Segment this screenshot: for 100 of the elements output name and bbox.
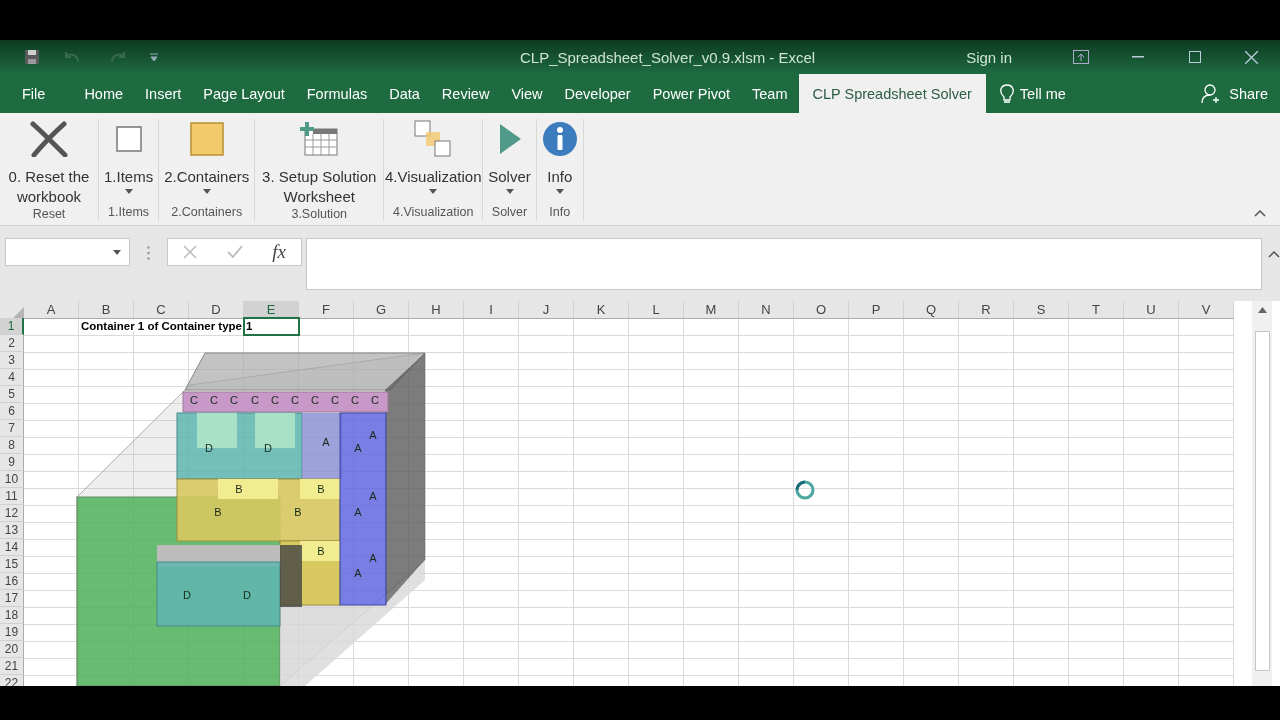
box-label: C xyxy=(271,394,279,406)
box-label: C xyxy=(251,394,259,406)
box-label: D xyxy=(243,589,251,601)
x-icon xyxy=(29,121,69,157)
column-header[interactable]: O xyxy=(794,301,849,319)
insert-function-button[interactable]: fx xyxy=(272,241,287,263)
box-label: C xyxy=(311,394,319,406)
cancel-icon[interactable] xyxy=(183,245,198,259)
box-label: C xyxy=(291,394,299,406)
box-label: C xyxy=(371,394,379,406)
loading-spinner-icon xyxy=(795,480,815,500)
column-header[interactable]: N xyxy=(739,301,794,319)
row-header[interactable]: 10 xyxy=(0,471,24,488)
ribbon-tab[interactable]: Insert xyxy=(134,74,193,113)
box-label: A xyxy=(354,506,362,518)
row-header[interactable]: 17 xyxy=(0,590,24,607)
expand-formula-bar-icon[interactable] xyxy=(1268,251,1280,258)
ribbon-button[interactable]: 2.Containers xyxy=(162,119,252,205)
column-header[interactable]: H xyxy=(409,301,464,319)
column-header[interactable]: F xyxy=(299,301,354,319)
table-add-icon xyxy=(299,121,340,157)
column-header[interactable]: V xyxy=(1179,301,1234,319)
ribbon-tab[interactable]: File xyxy=(0,74,74,113)
ribbon-tab[interactable]: View xyxy=(500,74,554,113)
save-icon[interactable] xyxy=(24,49,40,65)
sign-in-link[interactable]: Sign in xyxy=(966,48,1012,66)
box-label: A xyxy=(369,429,377,441)
column-header[interactable]: I xyxy=(464,301,519,319)
box-label: A xyxy=(369,490,377,502)
column-header[interactable]: K xyxy=(574,301,629,319)
squares-icon xyxy=(414,120,453,158)
box-label: C xyxy=(210,394,218,406)
row-header[interactable]: 9 xyxy=(0,454,24,471)
column-header[interactable]: D xyxy=(189,301,244,319)
box-label: A xyxy=(369,552,377,564)
caret-icon xyxy=(112,249,121,255)
box-label: A xyxy=(322,436,330,448)
name-box[interactable] xyxy=(5,238,130,266)
column-header[interactable]: B xyxy=(79,301,134,319)
row-header[interactable]: 20 xyxy=(0,641,24,658)
customize-icon[interactable] xyxy=(150,53,158,61)
ribbon-tab[interactable]: Formulas xyxy=(295,74,379,113)
ribbon-tab[interactable]: Power Pivot xyxy=(641,74,742,113)
column-header[interactable]: S xyxy=(1014,301,1069,319)
column-header[interactable]: P xyxy=(849,301,904,319)
row-header[interactable]: 6 xyxy=(0,403,24,420)
ribbon-button[interactable]: 1.Items xyxy=(102,119,156,205)
row-header[interactable]: 11 xyxy=(0,488,24,505)
ribbon-tab[interactable]: Team xyxy=(741,74,799,113)
box-label: B xyxy=(235,483,243,495)
row-header[interactable]: 19 xyxy=(0,624,24,641)
column-header[interactable]: C xyxy=(134,301,189,319)
row-header[interactable]: 3 xyxy=(0,352,24,369)
enter-check-icon[interactable] xyxy=(226,245,243,259)
ribbon-button[interactable]: Info xyxy=(539,119,580,205)
row-header[interactable]: 18 xyxy=(0,607,24,624)
ribbon-tab[interactable]: Page Layout xyxy=(192,74,296,113)
vertical-scrollbar[interactable] xyxy=(1252,301,1272,686)
share-button[interactable]: Share xyxy=(1201,74,1280,113)
ribbon-button[interactable]: 3. Setup Solution Worksheet xyxy=(258,119,381,207)
column-header[interactable]: J xyxy=(519,301,574,319)
ribbon-button[interactable]: Solver xyxy=(486,119,533,205)
drag-handle-icon[interactable] xyxy=(146,246,150,260)
row-header[interactable]: 8 xyxy=(0,437,24,454)
box-label: A xyxy=(354,442,362,454)
info-icon xyxy=(541,121,578,157)
tell-me-button[interactable]: Tell me xyxy=(985,74,1066,113)
group-label: Reset xyxy=(32,207,66,223)
lightbulb-icon xyxy=(999,83,1014,104)
row-header[interactable]: 2 xyxy=(0,335,24,352)
column-header[interactable]: A xyxy=(24,301,79,319)
column-header[interactable]: M xyxy=(684,301,739,319)
ribbon-tab[interactable]: Review xyxy=(430,74,501,113)
ribbon-tab[interactable]: Developer xyxy=(553,74,642,113)
column-header[interactable]: Q xyxy=(904,301,959,319)
row-header[interactable]: 13 xyxy=(0,522,24,539)
collapse-ribbon-icon[interactable] xyxy=(1254,210,1266,217)
ribbon-tab[interactable]: CLP Spreadsheet Solver xyxy=(798,74,986,113)
row-header[interactable]: 5 xyxy=(0,386,24,403)
column-header[interactable]: R xyxy=(959,301,1014,319)
column-header[interactable]: T xyxy=(1069,301,1124,319)
column-header[interactable]: U xyxy=(1124,301,1179,319)
row-header[interactable]: 7 xyxy=(0,420,24,437)
row-header[interactable]: 1 xyxy=(0,318,24,335)
scroll-up-icon[interactable] xyxy=(1257,307,1267,313)
ribbon-button[interactable]: 0. Reset the workbook xyxy=(3,119,95,207)
ribbon-tab[interactable]: Data xyxy=(378,74,431,113)
box-label: B xyxy=(317,545,325,557)
row-header[interactable]: 21 xyxy=(0,658,24,675)
ribbon-tab[interactable]: Home xyxy=(73,74,135,113)
column-header[interactable]: L xyxy=(629,301,684,319)
row-header[interactable]: 12 xyxy=(0,505,24,522)
minimize-icon xyxy=(1131,56,1144,58)
row-header[interactable]: 15 xyxy=(0,556,24,573)
row-header[interactable]: 16 xyxy=(0,573,24,590)
row-header[interactable]: 14 xyxy=(0,539,24,556)
formula-input[interactable] xyxy=(305,238,1262,290)
ribbon-button[interactable]: 4.Visualization xyxy=(387,119,480,205)
row-header[interactable]: 4 xyxy=(0,369,24,386)
column-header[interactable]: G xyxy=(354,301,409,319)
